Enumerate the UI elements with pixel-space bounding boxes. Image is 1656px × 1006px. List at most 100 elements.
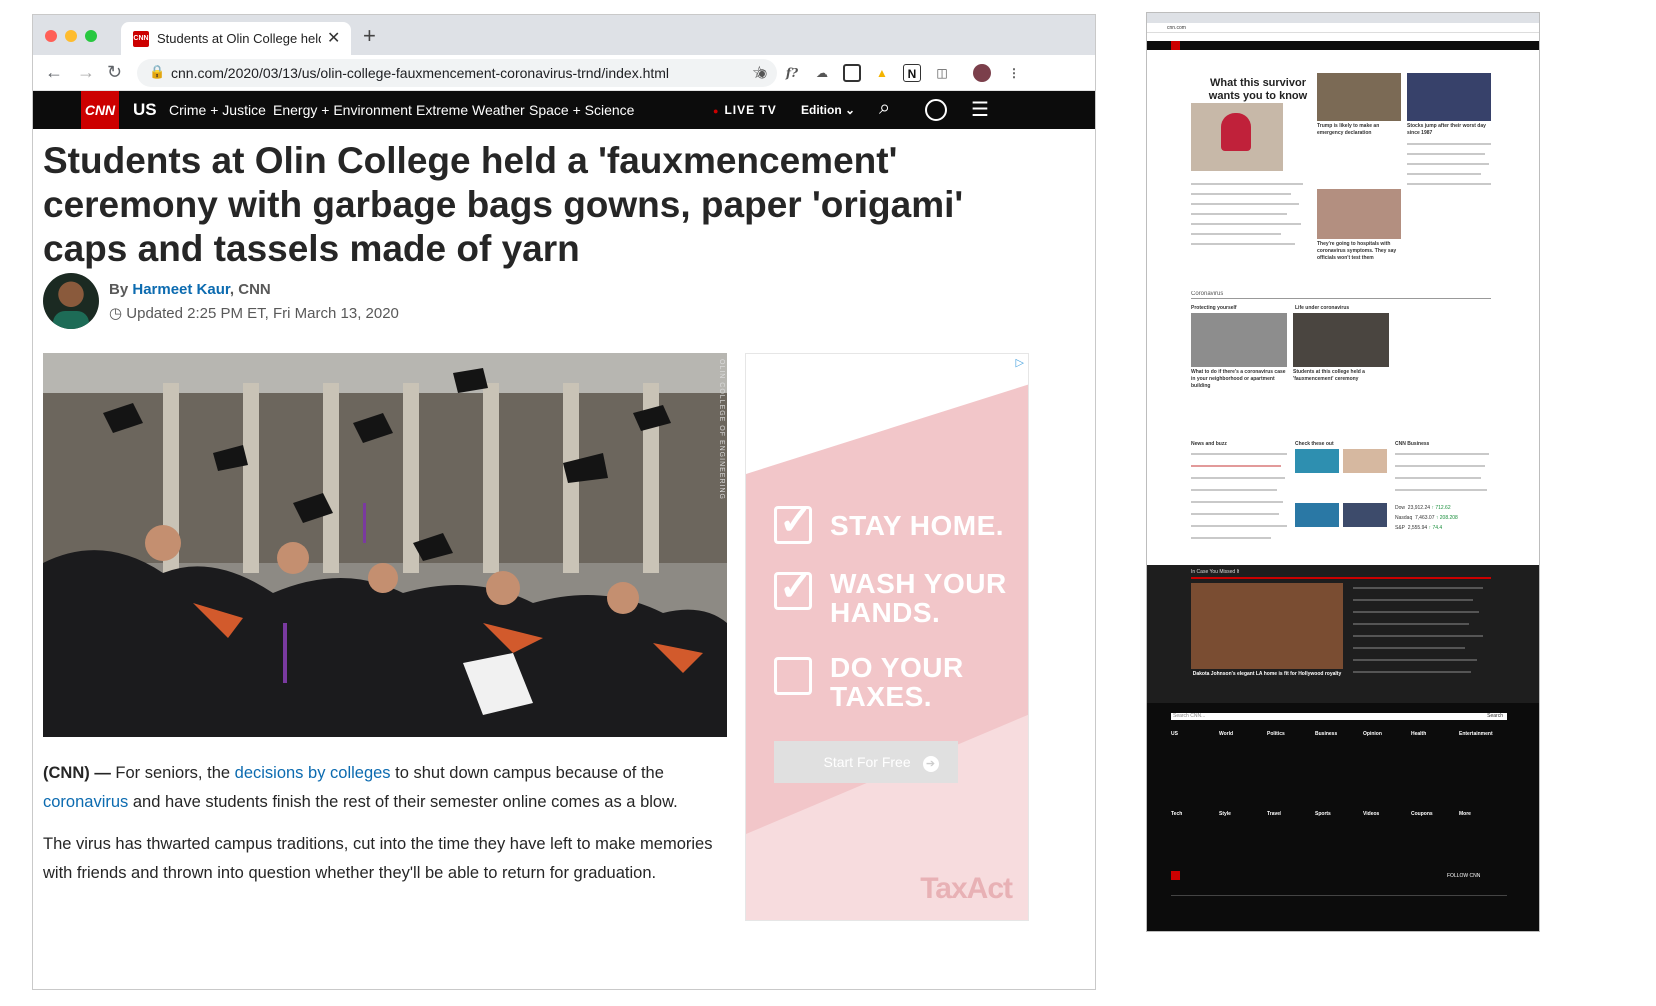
mini-text-lines bbox=[1191, 525, 1287, 527]
mini-footer: Search CNN... Search US World Politics B… bbox=[1147, 703, 1539, 931]
mini-market-sp: S&P 2,555.94 ↑ 74.4 bbox=[1395, 525, 1442, 532]
puzzle-icon[interactable]: ◫ bbox=[933, 64, 951, 82]
author-link[interactable]: Harmeet Kaur bbox=[132, 281, 230, 298]
mini-search-placeholder: Search CNN... bbox=[1173, 713, 1206, 719]
square-icon[interactable] bbox=[843, 64, 861, 82]
author-avatar[interactable] bbox=[43, 273, 99, 329]
mini-text-lines bbox=[1353, 599, 1473, 601]
market-name: S&P bbox=[1395, 525, 1405, 531]
lock-icon[interactable]: 🔒 bbox=[149, 64, 165, 80]
mini-text-lines bbox=[1353, 611, 1479, 613]
minimize-window-button[interactable] bbox=[65, 30, 77, 42]
mini-text-lines bbox=[1407, 143, 1491, 145]
mini-caption-college: Students at this college held a 'fauxmen… bbox=[1293, 369, 1365, 382]
coronavirus-link[interactable]: coronavirus bbox=[43, 793, 128, 811]
mini-search-button: Search bbox=[1487, 713, 1503, 719]
mini-sub-protecting: Protecting yourself bbox=[1191, 305, 1237, 311]
mini-photo-trump bbox=[1317, 73, 1401, 121]
nav-link-energy-environment[interactable]: Energy + Environment bbox=[273, 102, 412, 118]
mini-footer-col: Style bbox=[1219, 811, 1231, 817]
article-headline: Students at Olin College held a 'fauxmen… bbox=[43, 140, 964, 269]
market-name: Dow bbox=[1395, 505, 1406, 511]
maximize-window-button[interactable] bbox=[85, 30, 97, 42]
browser-toolbar: ← → ↻ 🔒 cnn.com/2020/03/13/us/olin-colle… bbox=[33, 55, 1095, 91]
fx-icon[interactable]: f? bbox=[783, 64, 801, 82]
adchoices-icon[interactable]: ▷ bbox=[1016, 356, 1024, 369]
section-title[interactable]: US bbox=[133, 100, 157, 120]
browser-tab[interactable]: CNN Students at Olin College held a ✕ bbox=[121, 22, 351, 55]
mini-story-2: Trump is likely to make an emergency dec… bbox=[1317, 123, 1380, 136]
mini-text-lines bbox=[1353, 623, 1469, 625]
p1-text-2: to shut down campus because of the bbox=[390, 764, 664, 782]
zoomed-out-page-preview: cnn.com What this survivor wants you to … bbox=[1146, 12, 1540, 932]
p1-text-1: For seniors, the bbox=[110, 764, 235, 782]
mini-icymi-title: In Case You Missed It bbox=[1191, 569, 1240, 575]
browser-window: CNN Students at Olin College held a ✕ + … bbox=[32, 14, 1096, 990]
mini-footer-col: Business bbox=[1315, 731, 1338, 737]
edition-dropdown[interactable]: Edition ⌄ bbox=[801, 103, 855, 117]
mini-footer-logo bbox=[1171, 871, 1180, 880]
nav-link-crime-justice[interactable]: Crime + Justice bbox=[169, 102, 266, 118]
mini-text-lines bbox=[1407, 183, 1491, 185]
mini-story-4: They're going to hospitals with coronavi… bbox=[1317, 241, 1397, 261]
mini-text-lines bbox=[1407, 153, 1485, 155]
mini-text-lines bbox=[1191, 501, 1283, 503]
by-prefix: By bbox=[109, 281, 129, 298]
tab-close-icon[interactable]: ✕ bbox=[327, 28, 340, 48]
article-photo[interactable]: OLIN COLLEGE OF ENGINEERING bbox=[43, 353, 727, 737]
mini-text-lines bbox=[1191, 233, 1281, 235]
mini-text-lines bbox=[1191, 223, 1301, 225]
mini-follow-cnn: FOLLOW CNN bbox=[1447, 873, 1481, 879]
back-icon[interactable]: ← bbox=[45, 62, 63, 83]
mini-text-lines bbox=[1191, 193, 1291, 195]
cloud-icon[interactable]: ☁ bbox=[813, 64, 831, 82]
arrow-right-icon: ➔ bbox=[922, 756, 939, 772]
mini-text-lines bbox=[1407, 163, 1489, 165]
mini-url: cnn.com bbox=[1167, 25, 1186, 31]
dateline: (CNN) — bbox=[43, 764, 111, 782]
hamburger-menu-icon[interactable]: ☰ bbox=[971, 97, 989, 122]
address-bar[interactable]: 🔒 cnn.com/2020/03/13/us/olin-college-fau… bbox=[137, 59, 777, 87]
notion-icon[interactable]: N bbox=[903, 64, 921, 82]
market-change: ↑ 712.62 bbox=[1431, 505, 1451, 511]
mini-icymi-caption: Dakota Johnson's elegant LA home is fit … bbox=[1192, 671, 1342, 677]
camera-icon[interactable]: ◉ bbox=[753, 64, 771, 82]
mini-photo-hospitals bbox=[1317, 189, 1401, 239]
drive-icon[interactable]: ▲ bbox=[873, 64, 891, 82]
mini-text-lines bbox=[1191, 213, 1287, 215]
url-text[interactable]: cnn.com/2020/03/13/us/olin-college-fauxm… bbox=[171, 65, 669, 81]
mini-photo-college bbox=[1293, 313, 1389, 367]
mini-check-these: Check these out bbox=[1295, 441, 1334, 447]
reload-icon[interactable]: ↻ bbox=[107, 62, 122, 83]
mini-navbar bbox=[1147, 41, 1539, 50]
kebab-menu-icon[interactable]: ⋮ bbox=[1005, 64, 1023, 82]
mini-photo-swimmer bbox=[1295, 503, 1339, 527]
decisions-link[interactable]: decisions by colleges bbox=[235, 764, 391, 782]
mini-text-lines bbox=[1395, 489, 1487, 491]
mini-text-lines bbox=[1191, 243, 1295, 245]
live-tv-link[interactable]: ● LIVE TV bbox=[713, 103, 777, 117]
checkbox-empty-icon bbox=[774, 657, 812, 695]
new-tab-icon[interactable]: + bbox=[363, 23, 376, 49]
start-for-free-button[interactable]: Start For Free ➔ bbox=[774, 741, 958, 783]
close-window-button[interactable] bbox=[45, 30, 57, 42]
byline: By Harmeet Kaur, CNN bbox=[109, 281, 271, 298]
nav-link-space-science[interactable]: Space + Science bbox=[529, 102, 634, 118]
live-dot-icon: ● bbox=[713, 106, 720, 116]
nav-link-extreme-weather[interactable]: Extreme Weather bbox=[416, 102, 525, 118]
mini-photo-people bbox=[1343, 449, 1387, 473]
forward-icon[interactable]: → bbox=[77, 62, 95, 83]
account-icon[interactable] bbox=[925, 99, 947, 121]
taxact-ad[interactable]: ▷ ✓ STAY HOME. ✓ WASH YOUR HANDS. DO YOU… bbox=[745, 353, 1029, 921]
mini-photo-building bbox=[1191, 313, 1287, 367]
profile-avatar[interactable] bbox=[973, 64, 991, 82]
cnn-logo[interactable]: CNN bbox=[81, 91, 119, 129]
mini-footer-col: Health bbox=[1411, 731, 1427, 737]
market-value: 7,463.07 bbox=[1415, 515, 1435, 521]
mini-top-headline: What this survivor wants you to know bbox=[1208, 77, 1308, 102]
mini-footer-search: Search CNN... Search bbox=[1171, 713, 1507, 720]
mini-text-lines bbox=[1353, 659, 1477, 661]
search-icon[interactable]: ⌕ bbox=[879, 97, 890, 120]
mini-text-lines bbox=[1395, 465, 1485, 467]
mini-text-lines bbox=[1353, 587, 1483, 589]
